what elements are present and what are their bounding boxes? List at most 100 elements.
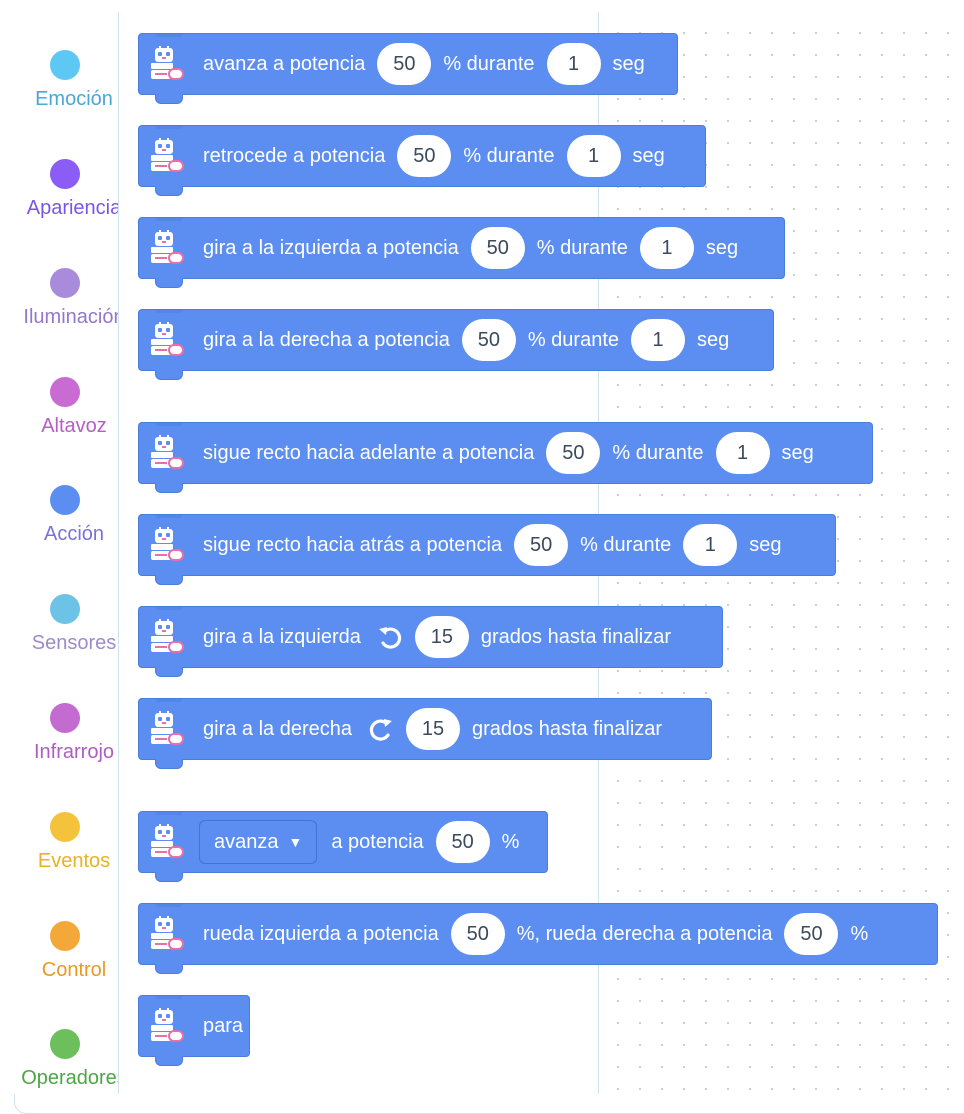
right-wheel-power-input[interactable]: 50	[784, 913, 839, 955]
category-speaker-dot	[50, 377, 80, 407]
category-operators-dot	[50, 1029, 80, 1059]
robot-icon	[150, 435, 184, 469]
robot-icon	[150, 916, 184, 950]
category-label: Iluminación	[23, 306, 119, 328]
power-input[interactable]: 50	[514, 524, 569, 566]
block-text: seg	[781, 441, 814, 464]
block-text: % durante	[536, 236, 628, 259]
power-input[interactable]: 50	[435, 821, 490, 863]
category-speaker[interactable]: Altavoz	[14, 357, 118, 447]
robot-icon	[150, 46, 184, 80]
block-text: gira a la izquierda	[203, 625, 361, 648]
robot-icon	[150, 1008, 184, 1042]
robot-icon	[150, 711, 184, 745]
block-text: % durante	[463, 144, 555, 167]
time-input[interactable]: 1	[683, 524, 738, 566]
category-control-dot	[50, 921, 80, 951]
dropdown-arrow-icon: ▼	[288, 834, 303, 850]
category-sidebar: Emoción Apariencia Iluminación Altavoz A…	[14, 12, 119, 1094]
robot-icon	[150, 824, 184, 858]
category-infrared-dot	[50, 703, 80, 733]
category-infrared[interactable]: Infrarrojo	[14, 683, 118, 773]
time-input[interactable]: 1	[631, 319, 686, 361]
category-emotion-dot	[50, 50, 80, 80]
block-text: avanza a potencia	[203, 52, 366, 75]
turn-left-degrees-block[interactable]: gira a la izquierda 15 grados hasta fina…	[138, 606, 723, 677]
category-label: Acción	[43, 523, 105, 545]
rotate-left-icon	[378, 627, 401, 649]
block-text: retrocede a potencia	[203, 144, 386, 167]
power-input[interactable]: 50	[397, 135, 452, 177]
block-text: gira a la izquierda a potencia	[203, 236, 459, 259]
time-input[interactable]: 1	[546, 43, 601, 85]
degrees-input[interactable]: 15	[405, 708, 460, 750]
category-events-dot	[50, 812, 80, 842]
block-text: seg	[705, 236, 739, 259]
straight-backward-block[interactable]: sigue recto hacia atrás a potencia 50 % …	[138, 514, 836, 585]
block-text: a potencia	[331, 830, 424, 853]
category-appearance-dot	[50, 159, 80, 189]
category-lighting-dot	[50, 268, 80, 298]
block-text: % durante	[443, 52, 535, 75]
turn-left-block[interactable]: gira a la izquierda a potencia 50 % dura…	[138, 217, 785, 288]
category-action-dot	[50, 485, 80, 515]
power-input[interactable]: 50	[377, 43, 432, 85]
power-input[interactable]: 50	[470, 227, 525, 269]
block-text: % durante	[612, 441, 704, 464]
category-label: Infrarrojo	[33, 741, 115, 763]
straight-forward-block[interactable]: sigue recto hacia adelante a potencia 50…	[138, 422, 873, 493]
turn-right-block[interactable]: gira a la derecha a potencia 50 % durant…	[138, 309, 774, 380]
robot-icon	[150, 230, 184, 264]
time-input[interactable]: 1	[639, 227, 694, 269]
robot-icon	[150, 619, 184, 653]
category-action[interactable]: Acción	[14, 465, 118, 555]
category-appearance[interactable]: Apariencia	[14, 139, 118, 229]
block-text: grados hasta finalizar	[480, 625, 671, 648]
block-text: para	[203, 1014, 244, 1037]
power-input[interactable]: 50	[461, 319, 516, 361]
move-direction-block[interactable]: avanza ▼ a potencia 50 %	[138, 811, 548, 882]
category-label: Operadores	[21, 1067, 119, 1089]
block-text: % durante	[527, 328, 620, 351]
block-text: seg	[697, 328, 730, 351]
category-label: Altavoz	[41, 415, 107, 437]
wheels-power-block[interactable]: rueda izquierda a potencia 50 %, rueda d…	[138, 903, 938, 974]
turn-right-degrees-block[interactable]: gira a la derecha 15 grados hasta finali…	[138, 698, 712, 769]
stop-block[interactable]: para	[138, 995, 250, 1066]
category-sensors[interactable]: Sensores	[14, 574, 118, 664]
block-text: seg	[749, 533, 782, 556]
category-label: Apariencia	[26, 197, 119, 219]
block-text: seg	[612, 52, 645, 75]
block-text: seg	[632, 144, 665, 167]
block-text: %, rueda derecha a potencia	[516, 922, 773, 945]
left-wheel-power-input[interactable]: 50	[450, 913, 505, 955]
category-control[interactable]: Control	[14, 901, 118, 991]
category-operators[interactable]: Operadores	[14, 1009, 118, 1094]
move-forward-block[interactable]: avanza a potencia 50 % durante 1 seg	[138, 33, 678, 104]
category-emotion[interactable]: Emoción	[14, 30, 118, 120]
degrees-input[interactable]: 15	[414, 616, 469, 658]
category-events[interactable]: Eventos	[14, 792, 118, 882]
block-text: rueda izquierda a potencia	[203, 922, 439, 945]
category-sensors-dot	[50, 594, 80, 624]
category-lighting[interactable]: Iluminación	[14, 248, 118, 338]
category-label: Emoción	[35, 88, 113, 110]
category-label: Sensores	[31, 632, 117, 654]
robot-icon	[150, 527, 184, 561]
robot-icon	[150, 322, 184, 356]
block-text: %	[501, 830, 520, 853]
direction-dropdown[interactable]: avanza ▼	[199, 820, 318, 864]
category-label: Control	[41, 959, 107, 981]
block-text: sigue recto hacia atrás a potencia	[203, 533, 503, 556]
block-text: sigue recto hacia adelante a potencia	[203, 441, 535, 464]
time-input[interactable]: 1	[715, 432, 770, 474]
direction-dropdown-value: avanza	[214, 830, 279, 853]
robot-icon	[150, 138, 184, 172]
time-input[interactable]: 1	[566, 135, 621, 177]
rotate-right-icon	[369, 719, 392, 741]
power-input[interactable]: 50	[546, 432, 601, 474]
block-text: % durante	[580, 533, 672, 556]
move-backward-block[interactable]: retrocede a potencia 50 % durante 1 seg	[138, 125, 706, 196]
block-text: %	[850, 922, 869, 945]
block-text: gira a la derecha a potencia	[203, 328, 450, 351]
